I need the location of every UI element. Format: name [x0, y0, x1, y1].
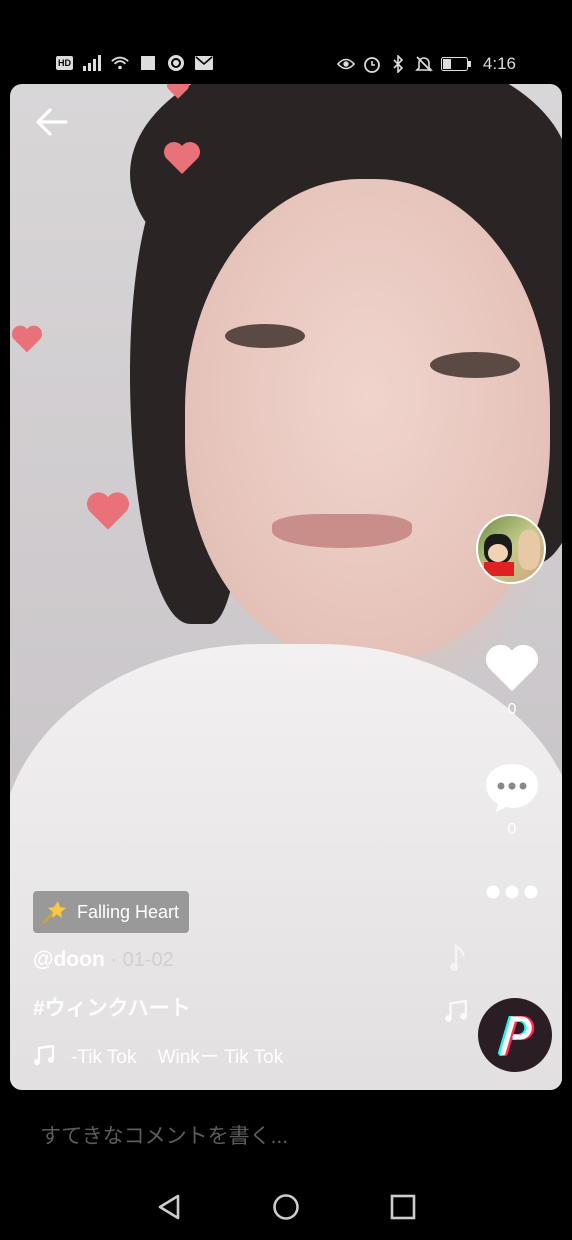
- music-disc[interactable]: [478, 998, 552, 1072]
- eye-icon: [336, 55, 355, 73]
- mouth-shape: [272, 514, 412, 548]
- tiktok-logo-icon: [498, 1016, 535, 1056]
- home-circle-icon[interactable]: [271, 1192, 301, 1222]
- more-button[interactable]: [472, 882, 552, 907]
- signal-icon: [83, 54, 101, 72]
- magic-wand-icon: [42, 901, 66, 924]
- heart-decoration: [167, 84, 189, 99]
- eye-shape: [225, 324, 305, 348]
- post-date: · 01-02: [104, 949, 174, 971]
- alarm-icon: [363, 55, 381, 73]
- effect-label: Falling Heart: [77, 901, 180, 922]
- more-dots-icon: [486, 885, 538, 899]
- comment-count: 0: [507, 821, 517, 838]
- heart-decoration: [164, 142, 200, 174]
- battery-icon: [440, 55, 471, 73]
- recents-square-icon[interactable]: [388, 1192, 418, 1222]
- back-arrow-icon[interactable]: [34, 104, 70, 140]
- like-count: 0: [507, 701, 517, 718]
- floating-note-icon: [445, 999, 467, 1022]
- avatar-figure: [484, 562, 514, 576]
- like-button[interactable]: 0: [472, 642, 552, 719]
- heart-decoration: [87, 492, 129, 530]
- hd-badge: HD: [56, 56, 73, 70]
- heart-icon: [486, 644, 538, 692]
- wifi-icon: [111, 54, 129, 72]
- eye-shape: [430, 352, 520, 378]
- avatar-figure: [488, 544, 508, 562]
- status-left-icons: HD: [56, 54, 213, 72]
- author-name[interactable]: @doon: [33, 948, 105, 971]
- hd-badge-label: HD: [58, 58, 71, 68]
- square-icon: [139, 54, 157, 72]
- effect-chip[interactable]: Falling Heart: [33, 891, 190, 933]
- bluetooth-icon: [389, 55, 407, 73]
- music-info[interactable]: -Tik Tok Winkー Tik Tok: [33, 1042, 283, 1069]
- avatar-figure: [518, 530, 540, 570]
- creator-avatar[interactable]: [476, 514, 546, 584]
- music-note-icon: [34, 1044, 55, 1065]
- status-bar: HD 4:16: [0, 0, 572, 84]
- face-shape: [185, 179, 550, 659]
- back-triangle-icon[interactable]: [154, 1192, 184, 1222]
- mute-icon: [414, 55, 433, 73]
- heart-decoration: [12, 325, 42, 353]
- clock: 4:16: [482, 54, 516, 73]
- mail-icon: [195, 54, 213, 72]
- music-title: -Tik Tok Winkー Tik Tok: [71, 1047, 284, 1068]
- author-line: @doon · 01-02: [33, 948, 174, 972]
- comment-button[interactable]: 0: [472, 762, 552, 839]
- comment-bubble-icon: [486, 764, 538, 812]
- comment-bar: すてきなコメントを書く...: [0, 1090, 572, 1170]
- comment-input[interactable]: すてきなコメントを書く...: [40, 1120, 288, 1150]
- system-nav-bar: [0, 1170, 572, 1240]
- floating-note-icon: [450, 944, 466, 971]
- status-right-icons: 4:16: [336, 54, 516, 74]
- sync-icon: [167, 54, 185, 72]
- hashtag-link[interactable]: #ウィンクハート: [33, 992, 191, 1022]
- video-player[interactable]: 0 0 Falling Heart @doon · 01-02 #ウィンクハート: [10, 84, 562, 1090]
